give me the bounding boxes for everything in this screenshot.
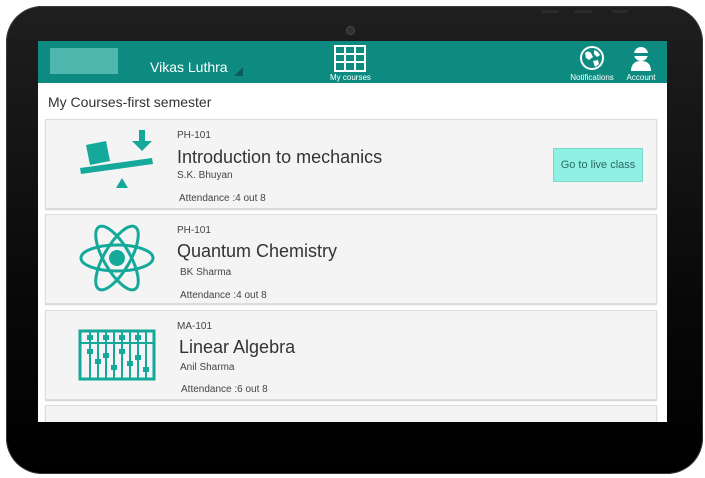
- course-card[interactable]: PH-101 Introduction to mechanics S.K. Bh…: [45, 119, 657, 209]
- logo: [50, 48, 118, 74]
- camera: [346, 26, 355, 35]
- nav-notifications[interactable]: Notifications: [568, 45, 616, 82]
- atom-icon: [79, 224, 155, 292]
- person-icon: [631, 47, 651, 71]
- course-attendance: Attendance :4 out 8: [180, 290, 267, 301]
- grid-icon: [334, 45, 366, 72]
- globe-icon: [580, 46, 604, 70]
- course-teacher: S.K. Bhuyan: [177, 170, 233, 181]
- course-attendance: Attendance :4 out 8: [179, 193, 266, 204]
- course-title[interactable]: Introduction to mechanics: [177, 147, 382, 168]
- go-to-live-class-button[interactable]: Go to live class: [553, 148, 643, 182]
- nav-my-courses[interactable]: My courses: [330, 45, 371, 82]
- app-screen: Vikas Luthra My courses Notifications Ac…: [38, 41, 667, 422]
- nav-my-courses-label: My courses: [330, 73, 371, 82]
- course-teacher: BK Sharma: [180, 267, 232, 278]
- course-card-partial: [45, 405, 657, 422]
- volume-button: [541, 10, 559, 13]
- user-dropdown-caret[interactable]: [234, 67, 243, 76]
- abacus-icon: [78, 329, 156, 381]
- course-attendance: Attendance :6 out 8: [181, 384, 268, 395]
- course-card[interactable]: PH-101 Quantum Chemistry BK Sharma Atten…: [45, 214, 657, 304]
- nav-notifications-label: Notifications: [570, 73, 614, 82]
- user-name[interactable]: Vikas Luthra: [150, 59, 228, 75]
- course-title[interactable]: Quantum Chemistry: [177, 241, 337, 262]
- course-code: PH-101: [177, 130, 211, 141]
- course-title[interactable]: Linear Algebra: [179, 337, 295, 358]
- volume-button-2: [574, 10, 592, 13]
- page-title: My Courses-first semester: [48, 94, 212, 110]
- seesaw-icon: [80, 130, 153, 188]
- power-button: [612, 10, 628, 13]
- nav-account-label: Account: [626, 73, 656, 82]
- app-bar: Vikas Luthra My courses Notifications Ac…: [38, 41, 667, 83]
- course-card[interactable]: MA-101 Linear Algebra Anil Sharma Attend…: [45, 310, 657, 400]
- course-code: MA-101: [177, 321, 213, 332]
- nav-account[interactable]: Account: [623, 45, 659, 82]
- course-code: PH-101: [177, 225, 211, 236]
- course-teacher: Anil Sharma: [180, 362, 235, 373]
